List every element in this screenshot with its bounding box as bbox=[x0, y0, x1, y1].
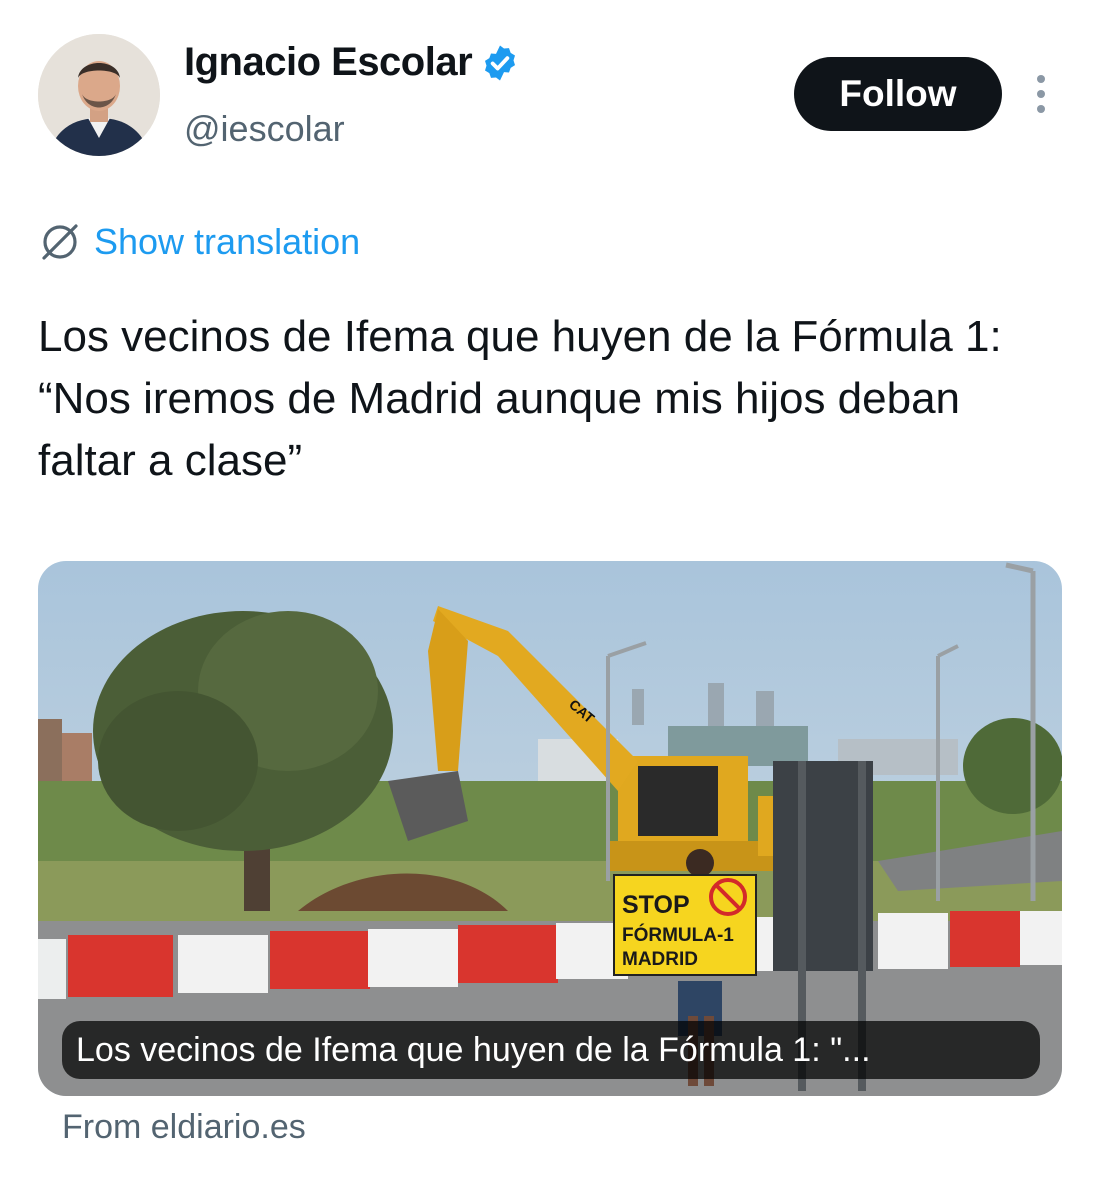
avatar[interactable] bbox=[38, 34, 160, 156]
card-source[interactable]: From eldiario.es bbox=[62, 1108, 306, 1147]
author-handle[interactable]: @iescolar bbox=[184, 108, 345, 150]
sign-line-3: MADRID bbox=[622, 949, 698, 970]
profile-photo bbox=[38, 34, 160, 156]
sign-line-1: STOP bbox=[622, 891, 690, 919]
card-caption[interactable]: Los vecinos de Ifema que huyen de la Fór… bbox=[62, 1021, 1040, 1079]
tweet-text: Los vecinos de Ifema que huyen de la Fór… bbox=[38, 312, 1002, 485]
verified-badge-icon bbox=[485, 45, 516, 80]
display-name[interactable]: Ignacio Escolar bbox=[184, 40, 473, 85]
author-name-row[interactable]: Ignacio Escolar bbox=[184, 40, 520, 85]
follow-button[interactable]: Follow bbox=[794, 57, 1002, 131]
link-preview-card[interactable]: CAT STOP FÓRMULA-1 MADRID Los vecinos de… bbox=[38, 561, 1062, 1096]
show-translation-label[interactable]: Show translation bbox=[94, 221, 360, 263]
article-photo: CAT STOP FÓRMULA-1 MADRID bbox=[38, 561, 1062, 1096]
sign-line-2: FÓRMULA-1 bbox=[622, 924, 734, 946]
show-translation-link[interactable]: Show translation bbox=[38, 220, 360, 264]
more-vertical-icon[interactable] bbox=[1026, 70, 1056, 118]
globe-slash-icon bbox=[42, 224, 78, 260]
